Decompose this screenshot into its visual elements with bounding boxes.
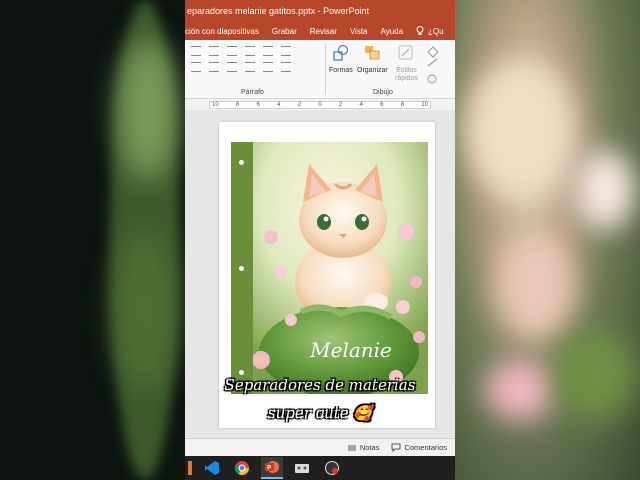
taskbar-app-orange[interactable]: [187, 457, 193, 479]
left-blurred-background: [0, 0, 185, 480]
vscode-icon: [205, 461, 219, 475]
notes-button[interactable]: Notas: [347, 443, 380, 452]
numbering-icon[interactable]: [209, 46, 219, 56]
chrome-icon: [234, 461, 249, 475]
ruler-tick: 8: [235, 102, 240, 108]
quick-styles-label-2: rápidos: [395, 75, 418, 82]
app-icon: [188, 461, 192, 475]
ruler-tick: 4: [277, 102, 281, 108]
notes-label: Notas: [359, 443, 380, 452]
align-center-icon[interactable]: [209, 62, 219, 72]
ruler-tick: 2: [338, 102, 343, 108]
tab-slideshow[interactable]: ción con diapositivas: [185, 27, 259, 36]
ribbon-tabs: ción con diapositivas Grabar Revisar Vis…: [185, 22, 455, 40]
powerpoint-icon: P: [265, 461, 279, 473]
text-direction-icon[interactable]: [281, 46, 291, 56]
video-caption-line-1: Separadores de materias: [224, 376, 416, 394]
shapes-label: Formas: [329, 67, 353, 74]
comments-label: Comentarios: [404, 443, 447, 452]
kitten-cover-image[interactable]: Melanie: [231, 142, 428, 394]
ribbon-toolbar: Párrafo Formas Organizar Estilos rápidos…: [185, 40, 455, 99]
tab-help[interactable]: Ayuda: [381, 27, 404, 36]
ruler-tick: 6: [380, 102, 384, 108]
slide-name-text[interactable]: Melanie: [291, 338, 411, 362]
video-caption-line-2: super cute 🥰: [267, 404, 373, 422]
align-text-icon[interactable]: [281, 62, 291, 72]
windows-taskbar: P: [185, 456, 455, 480]
ruler-tick: 0: [318, 102, 322, 108]
line-spacing-icon[interactable]: [263, 46, 273, 56]
tab-view[interactable]: Vista: [350, 27, 368, 36]
shapes-icon: [333, 44, 348, 61]
tab-review[interactable]: Revisar: [310, 27, 337, 36]
align-right-icon[interactable]: [227, 62, 237, 72]
lightbulb-icon: [416, 26, 424, 35]
ruler-tick: 10: [212, 102, 219, 108]
taskbar-app-recorder[interactable]: [321, 457, 343, 479]
ruler-tick: 2: [297, 102, 302, 108]
quick-styles-button[interactable]: Estilos rápidos: [395, 44, 418, 83]
binder-hole: [239, 266, 244, 271]
quick-styles-icon: [398, 45, 413, 60]
columns-icon[interactable]: [263, 62, 273, 72]
increase-indent-icon[interactable]: [245, 46, 255, 56]
status-bar: Notas Comentarios: [185, 438, 455, 456]
right-blurred-background: [455, 0, 640, 480]
binder-spine: [231, 142, 253, 394]
decrease-indent-icon[interactable]: [227, 46, 237, 56]
group-label-paragraph: Párrafo: [241, 89, 264, 96]
shapes-button[interactable]: Formas: [329, 44, 353, 75]
title-bar: eparadores melanie gatitos.pptx - PowerP…: [185, 0, 455, 22]
fill-outline-effects[interactable]: [425, 46, 441, 89]
binder-hole: [239, 160, 244, 165]
ribbon-divider: [325, 44, 326, 94]
group-label-drawing: Dibujo: [373, 89, 393, 96]
align-left-icon[interactable]: [191, 62, 201, 72]
taskbar-chrome[interactable]: [231, 457, 253, 479]
recorder-icon: [325, 461, 339, 475]
tab-record[interactable]: Grabar: [272, 27, 297, 36]
bullets-icon[interactable]: [191, 46, 201, 56]
comment-icon: [391, 443, 401, 452]
ruler-tick: 4: [359, 102, 363, 108]
video-editor-icon: [295, 464, 309, 473]
svg-text:P: P: [267, 466, 271, 472]
paragraph-controls: [191, 46, 293, 72]
tell-me-box[interactable]: ¿Qu: [416, 26, 455, 36]
comments-button[interactable]: Comentarios: [391, 443, 447, 452]
window-title: eparadores melanie gatitos.pptx - PowerP…: [187, 6, 370, 16]
arrange-label: Organizar: [357, 67, 388, 74]
arrange-icon: [365, 46, 380, 60]
taskbar-app-video[interactable]: [291, 457, 313, 479]
tell-me-label: ¿Qu: [428, 26, 444, 36]
arrange-button[interactable]: Organizar: [357, 44, 388, 75]
ruler-tick: 10: [421, 102, 428, 108]
justify-icon[interactable]: [245, 62, 255, 72]
taskbar-powerpoint[interactable]: P: [261, 457, 283, 479]
binder-hole: [239, 370, 244, 375]
taskbar-vscode[interactable]: [201, 457, 223, 479]
notes-icon: [347, 445, 356, 450]
ruler-tick: 6: [256, 102, 260, 108]
shape-fill-icon: [427, 46, 439, 84]
ruler-tick: 8: [400, 102, 405, 108]
quick-styles-label-1: Estilos: [396, 67, 417, 74]
